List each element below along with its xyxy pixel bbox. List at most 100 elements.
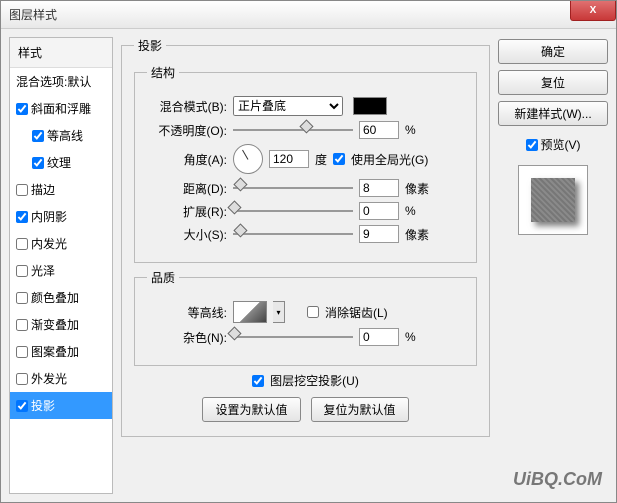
size-slider[interactable] — [233, 227, 353, 241]
style-item[interactable]: 等高线 — [10, 122, 112, 149]
distance-slider[interactable] — [233, 181, 353, 195]
style-item-label: 投影 — [31, 397, 55, 414]
angle-label: 角度(A): — [147, 151, 227, 168]
contour-picker[interactable] — [233, 301, 267, 323]
style-item[interactable]: 描边 — [10, 176, 112, 203]
style-item-label: 图案叠加 — [31, 343, 79, 360]
global-light-label: 使用全局光(G) — [351, 151, 428, 168]
angle-input[interactable] — [269, 150, 309, 168]
dialog-content: 样式 混合选项:默认 斜面和浮雕等高线纹理描边内阴影内发光光泽颜色叠加渐变叠加图… — [1, 29, 616, 502]
close-button[interactable]: X — [570, 1, 616, 21]
antialias-label: 消除锯齿(L) — [325, 304, 388, 321]
style-item-label: 描边 — [31, 181, 55, 198]
structure-group: 结构 混合模式(B): 正片叠底 不透明度(O): % 角度(A): — [134, 64, 477, 263]
style-item-label: 纹理 — [47, 154, 71, 171]
distance-input[interactable] — [359, 179, 399, 197]
contour-dropdown-icon[interactable]: ▾ — [273, 301, 285, 323]
style-item-label: 外发光 — [31, 370, 67, 387]
blending-options-item[interactable]: 混合选项:默认 — [10, 68, 112, 95]
preview-row: 预览(V) — [498, 136, 608, 153]
layer-style-dialog: 图层样式 X 样式 混合选项:默认 斜面和浮雕等高线纹理描边内阴影内发光光泽颜色… — [0, 0, 617, 503]
knockout-row: 图层挖空投影(U) — [134, 372, 477, 389]
size-label: 大小(S): — [147, 226, 227, 243]
reset-default-button[interactable]: 复位为默认值 — [311, 397, 409, 422]
style-item[interactable]: 斜面和浮雕 — [10, 95, 112, 122]
style-item[interactable]: 内发光 — [10, 230, 112, 257]
style-checkbox[interactable] — [16, 184, 28, 196]
antialias-checkbox[interactable] — [307, 306, 319, 318]
style-item-label: 渐变叠加 — [31, 316, 79, 333]
distance-row: 距离(D): 像素 — [147, 179, 464, 197]
distance-label: 距离(D): — [147, 180, 227, 197]
opacity-slider[interactable] — [233, 123, 353, 137]
knockout-checkbox[interactable] — [252, 375, 264, 387]
preview-checkbox[interactable] — [526, 139, 538, 151]
set-default-button[interactable]: 设置为默认值 — [202, 397, 300, 422]
style-checkbox[interactable] — [16, 211, 28, 223]
style-checkbox[interactable] — [32, 157, 44, 169]
preview-box — [518, 165, 588, 235]
angle-unit: 度 — [315, 151, 327, 168]
style-checkbox[interactable] — [16, 319, 28, 331]
new-style-button[interactable]: 新建样式(W)... — [498, 101, 608, 126]
style-item[interactable]: 纹理 — [10, 149, 112, 176]
style-checkbox[interactable] — [16, 292, 28, 304]
default-buttons-row: 设置为默认值 复位为默认值 — [134, 397, 477, 422]
style-item-label: 内发光 — [31, 235, 67, 252]
style-checkbox[interactable] — [16, 400, 28, 412]
spread-input[interactable] — [359, 202, 399, 220]
spread-unit: % — [405, 204, 435, 218]
style-item[interactable]: 投影 — [10, 392, 112, 419]
spread-slider[interactable] — [233, 204, 353, 218]
opacity-input[interactable] — [359, 121, 399, 139]
noise-row: 杂色(N): % — [147, 328, 464, 346]
shadow-color-swatch[interactable] — [353, 97, 387, 115]
ok-button[interactable]: 确定 — [498, 39, 608, 64]
size-row: 大小(S): 像素 — [147, 225, 464, 243]
style-checkbox[interactable] — [16, 373, 28, 385]
noise-input[interactable] — [359, 328, 399, 346]
style-list-panel: 样式 混合选项:默认 斜面和浮雕等高线纹理描边内阴影内发光光泽颜色叠加渐变叠加图… — [9, 37, 113, 494]
style-item[interactable]: 颜色叠加 — [10, 284, 112, 311]
quality-group: 品质 等高线: ▾ 消除锯齿(L) 杂色(N): % — [134, 269, 477, 366]
style-checkbox[interactable] — [16, 103, 28, 115]
size-input[interactable] — [359, 225, 399, 243]
distance-unit: 像素 — [405, 180, 435, 197]
style-list: 斜面和浮雕等高线纹理描边内阴影内发光光泽颜色叠加渐变叠加图案叠加外发光投影 — [10, 95, 112, 419]
style-checkbox[interactable] — [32, 130, 44, 142]
style-item[interactable]: 外发光 — [10, 365, 112, 392]
watermark: UiBQ.CoM — [513, 469, 602, 490]
blend-mode-select[interactable]: 正片叠底 — [233, 96, 343, 116]
style-checkbox[interactable] — [16, 346, 28, 358]
global-light-checkbox[interactable] — [333, 153, 345, 165]
spread-label: 扩展(R): — [147, 203, 227, 220]
style-item-label: 光泽 — [31, 262, 55, 279]
structure-title: 结构 — [147, 64, 179, 81]
opacity-row: 不透明度(O): % — [147, 121, 464, 139]
opacity-label: 不透明度(O): — [147, 122, 227, 139]
close-icon: X — [590, 5, 597, 16]
style-item-label: 等高线 — [47, 127, 83, 144]
window-title: 图层样式 — [9, 6, 57, 23]
style-item[interactable]: 光泽 — [10, 257, 112, 284]
noise-slider[interactable] — [233, 330, 353, 344]
quality-title: 品质 — [147, 269, 179, 286]
style-item-label: 内阴影 — [31, 208, 67, 225]
style-item[interactable]: 内阴影 — [10, 203, 112, 230]
style-checkbox[interactable] — [16, 238, 28, 250]
opacity-unit: % — [405, 123, 435, 137]
titlebar: 图层样式 X — [1, 1, 616, 29]
style-checkbox[interactable] — [16, 265, 28, 277]
style-item[interactable]: 渐变叠加 — [10, 311, 112, 338]
blend-mode-label: 混合模式(B): — [147, 98, 227, 115]
blend-mode-row: 混合模式(B): 正片叠底 — [147, 96, 464, 116]
size-unit: 像素 — [405, 226, 435, 243]
angle-row: 角度(A): 度 使用全局光(G) — [147, 144, 464, 174]
style-list-header: 样式 — [10, 38, 112, 68]
angle-dial[interactable] — [233, 144, 263, 174]
contour-label: 等高线: — [147, 304, 227, 321]
preview-swatch — [531, 178, 575, 222]
style-item[interactable]: 图案叠加 — [10, 338, 112, 365]
cancel-button[interactable]: 复位 — [498, 70, 608, 95]
contour-row: 等高线: ▾ 消除锯齿(L) — [147, 301, 464, 323]
